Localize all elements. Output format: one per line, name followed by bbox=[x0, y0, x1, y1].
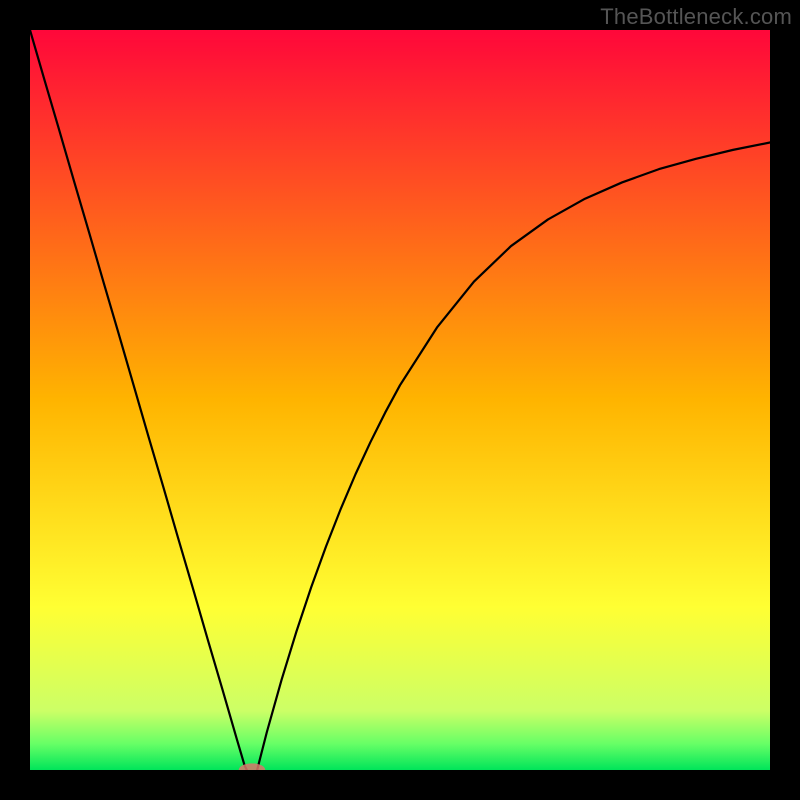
chart-background bbox=[30, 30, 770, 770]
watermark-text: TheBottleneck.com bbox=[600, 4, 792, 30]
chart-plot-area bbox=[30, 30, 770, 770]
chart-container: TheBottleneck.com bbox=[0, 0, 800, 800]
